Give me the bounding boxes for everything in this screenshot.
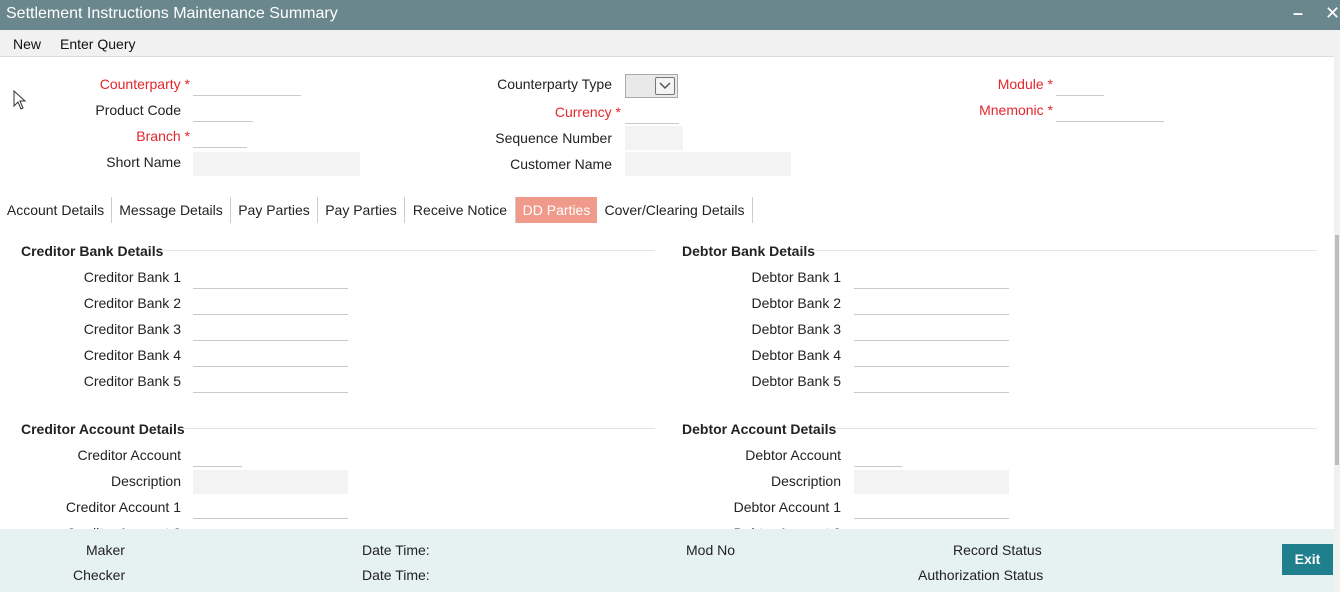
tab-receive-notice[interactable]: Receive Notice	[405, 197, 516, 223]
counterparty-type-label: Counterparty Type	[497, 76, 612, 92]
debtor-bank-2-label: Debtor Bank 2	[751, 295, 842, 311]
creditor-account-1-input[interactable]	[193, 495, 348, 519]
window-title: Settlement Instructions Maintenance Summ…	[6, 5, 338, 22]
menu-bar: New Enter Query	[0, 30, 1334, 57]
creditor-account-input[interactable]	[193, 443, 242, 467]
short-name-label: Short Name	[106, 154, 181, 170]
scrollbar-thumb[interactable]	[1335, 235, 1339, 465]
branch-input[interactable]	[193, 124, 247, 148]
minimize-icon[interactable]: –	[1293, 3, 1303, 24]
creditor-bank-1-label: Creditor Bank 1	[83, 269, 181, 285]
creditor-bank-3-label: Creditor Bank 3	[83, 321, 181, 337]
branch-label: Branch *	[136, 128, 190, 144]
authorization-status-label: Authorization Status	[918, 567, 1044, 583]
debtor-bank-5-label: Debtor Bank 5	[751, 373, 842, 389]
vertical-scrollbar[interactable]	[1334, 30, 1340, 592]
currency-label: Currency *	[554, 104, 621, 120]
mnemonic-input[interactable]	[1056, 98, 1164, 122]
sequence-number-field	[625, 126, 683, 150]
creditor-description-label: Description	[110, 473, 181, 489]
debtor-bank-5-input[interactable]	[854, 369, 1009, 393]
currency-input[interactable]	[625, 100, 679, 124]
tab-dd-parties[interactable]: DD Parties	[516, 197, 597, 223]
debtor-bank-details-heading: Debtor Bank Details	[682, 243, 816, 259]
creditor-bank-4-input[interactable]	[193, 343, 348, 367]
mod-no-label: Mod No	[686, 542, 736, 558]
creditor-account-label: Creditor Account	[77, 447, 182, 463]
creditor-bank-1-input[interactable]	[193, 265, 348, 289]
creditor-bank-5-input[interactable]	[193, 369, 348, 393]
new-button[interactable]: New	[13, 36, 41, 52]
debtor-bank-3-label: Debtor Bank 3	[751, 321, 842, 337]
creditor-bank-2-input[interactable]	[193, 291, 348, 315]
debtor-bank-1-label: Debtor Bank 1	[751, 269, 842, 285]
mnemonic-label: Mnemonic *	[979, 102, 1053, 118]
debtor-description-label: Description	[770, 473, 841, 489]
tab-message-details[interactable]: Message Details	[112, 197, 231, 223]
tab-cover-clearing-details[interactable]: Cover/Clearing Details	[597, 197, 753, 223]
enter-query-button[interactable]: Enter Query	[60, 36, 135, 52]
creditor-bank-3-input[interactable]	[193, 317, 348, 341]
tab-pay-parties[interactable]: Pay Parties	[231, 197, 318, 223]
audit-footer: Maker Checker Date Time: Date Time: Mod …	[0, 529, 1340, 592]
window-titlebar: Settlement Instructions Maintenance Summ…	[0, 0, 1340, 30]
creditor-description-field	[193, 470, 348, 494]
tab-pay-parties-2[interactable]: Pay Parties	[318, 197, 405, 223]
debtor-account-1-label: Debtor Account 1	[733, 499, 841, 515]
debtor-bank-3-input[interactable]	[854, 317, 1009, 341]
divider	[160, 250, 655, 251]
debtor-account-details-heading: Debtor Account Details	[682, 421, 837, 437]
customer-name-field	[625, 152, 791, 176]
customer-name-label: Customer Name	[510, 156, 612, 172]
creditor-account-details-heading: Creditor Account Details	[21, 421, 185, 437]
module-label: Module *	[997, 76, 1053, 92]
debtor-account-input[interactable]	[854, 443, 902, 467]
creditor-bank-5-label: Creditor Bank 5	[83, 373, 181, 389]
product-code-input[interactable]	[193, 98, 253, 122]
short-name-field	[193, 152, 360, 176]
divider	[182, 428, 655, 429]
counterparty-input[interactable]	[193, 72, 301, 96]
creditor-bank-4-label: Creditor Bank 4	[83, 347, 181, 363]
checker-date-time-label: Date Time:	[362, 567, 430, 583]
checker-label: Checker	[73, 567, 126, 583]
exit-button[interactable]: Exit	[1282, 544, 1333, 575]
debtor-description-field	[854, 470, 1009, 494]
divider	[836, 428, 1317, 429]
record-status-label: Record Status	[953, 542, 1042, 558]
creditor-account-1-label: Creditor Account 1	[65, 499, 181, 515]
close-icon[interactable]: ✕	[1325, 3, 1340, 24]
divider	[812, 250, 1317, 251]
maker-date-time-label: Date Time:	[362, 542, 430, 558]
debtor-bank-4-input[interactable]	[854, 343, 1009, 367]
counterparty-label: Counterparty *	[99, 76, 190, 92]
debtor-bank-4-label: Debtor Bank 4	[751, 347, 842, 363]
creditor-bank-2-label: Creditor Bank 2	[83, 295, 181, 311]
maker-label: Maker	[86, 542, 125, 558]
debtor-account-label: Debtor Account	[745, 447, 841, 463]
sequence-number-label: Sequence Number	[495, 130, 612, 146]
debtor-account-1-input[interactable]	[854, 495, 1009, 519]
module-input[interactable]	[1056, 72, 1104, 96]
product-code-label: Product Code	[95, 102, 181, 118]
tab-account-details[interactable]: Account Details	[0, 197, 112, 223]
chevron-down-icon	[655, 77, 675, 95]
creditor-bank-details-heading: Creditor Bank Details	[21, 243, 164, 259]
debtor-bank-1-input[interactable]	[854, 265, 1009, 289]
counterparty-type-select[interactable]	[625, 74, 678, 98]
debtor-bank-2-input[interactable]	[854, 291, 1009, 315]
